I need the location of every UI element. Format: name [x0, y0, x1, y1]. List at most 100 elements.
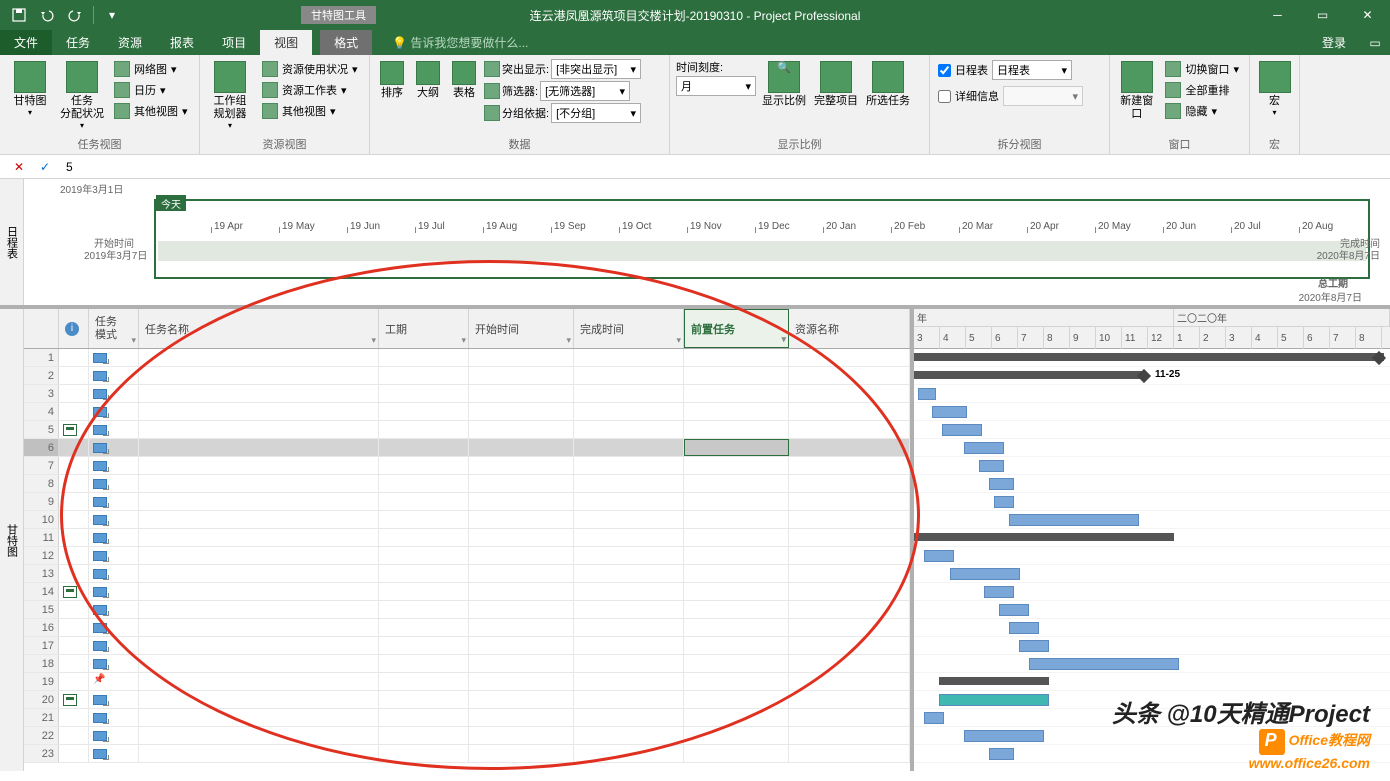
timeline-track[interactable]: 今天 19 Apr19 May19 Jun19 Jul19 Aug19 Sep1…: [154, 199, 1370, 279]
macros-button[interactable]: 宏▾: [1256, 59, 1293, 120]
table-row[interactable]: 10: [24, 511, 910, 529]
table-row[interactable]: 1: [24, 349, 910, 367]
other-views-button[interactable]: 其他视图 ▾: [110, 101, 192, 121]
table-row[interactable]: 7: [24, 457, 910, 475]
calendar-button[interactable]: 日历 ▾: [110, 80, 192, 100]
gantt-bar[interactable]: [989, 748, 1014, 760]
tab-report[interactable]: 报表: [156, 30, 208, 55]
tab-file[interactable]: 文件: [0, 30, 52, 55]
col-finish[interactable]: 完成时间▾: [574, 309, 684, 348]
table-row[interactable]: 5: [24, 421, 910, 439]
filter-combo[interactable]: [无筛选器]▾: [540, 81, 630, 101]
resource-usage-button[interactable]: 资源使用状况 ▾: [258, 59, 362, 79]
timeline-body[interactable]: 2019年3月1日 开始时间 2019年3月7日 今天 19 Apr19 May…: [24, 179, 1390, 305]
entire-project-button[interactable]: 完整项目: [812, 59, 860, 110]
login-button[interactable]: 登录: [1308, 30, 1360, 55]
gantt-bar[interactable]: [994, 496, 1014, 508]
resource-sheet-button[interactable]: 资源工作表 ▾: [258, 80, 362, 100]
close-button[interactable]: ✕: [1345, 0, 1390, 30]
zoom-button[interactable]: 🔍显示比例: [760, 59, 808, 110]
highlight-combo[interactable]: [非突出显示]▾: [551, 59, 641, 79]
gantt-bar[interactable]: [939, 677, 1049, 685]
table-row[interactable]: 18: [24, 655, 910, 673]
table-row[interactable]: 4: [24, 403, 910, 421]
arrange-all-button[interactable]: 全部重排: [1161, 80, 1243, 100]
table-row[interactable]: 17: [24, 637, 910, 655]
entry-input[interactable]: [62, 160, 1380, 174]
gantt-bar[interactable]: [1009, 514, 1139, 526]
hide-button[interactable]: 隐藏 ▾: [1161, 101, 1243, 121]
table-row[interactable]: 20: [24, 691, 910, 709]
gantt-bar[interactable]: [999, 604, 1029, 616]
minimize-button[interactable]: ─: [1255, 0, 1300, 30]
gantt-bar[interactable]: [914, 371, 1144, 379]
table-row[interactable]: 13: [24, 565, 910, 583]
tab-resource[interactable]: 资源: [104, 30, 156, 55]
table-row[interactable]: 16: [24, 619, 910, 637]
timeline-checkbox[interactable]: [938, 64, 951, 77]
gantt-bar[interactable]: [918, 388, 936, 400]
table-row[interactable]: 19: [24, 673, 910, 691]
timescale-combo[interactable]: 月▾: [676, 76, 756, 96]
gantt-bar[interactable]: [964, 730, 1044, 742]
tab-task[interactable]: 任务: [52, 30, 104, 55]
save-button[interactable]: [6, 3, 32, 27]
gantt-bar[interactable]: [964, 442, 1004, 454]
table-row[interactable]: 6: [24, 439, 910, 457]
col-duration[interactable]: 工期▾: [379, 309, 469, 348]
redo-button[interactable]: [62, 3, 88, 27]
maximize-button[interactable]: ▭: [1300, 0, 1345, 30]
table-row[interactable]: 14: [24, 583, 910, 601]
selected-tasks-button[interactable]: 所选任务: [864, 59, 912, 110]
network-diagram-button[interactable]: 网络图 ▾: [110, 59, 192, 79]
accept-entry-button[interactable]: ✓: [36, 158, 54, 176]
outline-button[interactable]: 大纲: [412, 59, 444, 102]
table-row[interactable]: 3: [24, 385, 910, 403]
gantt-bar[interactable]: [1019, 640, 1049, 652]
tab-project[interactable]: 项目: [208, 30, 260, 55]
table-row[interactable]: 11: [24, 529, 910, 547]
table-row[interactable]: 21: [24, 709, 910, 727]
gantt-bar[interactable]: [979, 460, 1004, 472]
qat-customize[interactable]: ▾: [99, 3, 125, 27]
table-row[interactable]: 23: [24, 745, 910, 763]
gantt-bar[interactable]: [924, 550, 954, 562]
cancel-entry-button[interactable]: ✕: [10, 158, 28, 176]
col-indicator[interactable]: i: [59, 309, 89, 348]
tab-view[interactable]: 视图: [260, 30, 312, 55]
gantt-bar[interactable]: [914, 533, 1174, 541]
table-row[interactable]: 2: [24, 367, 910, 385]
gantt-bar[interactable]: [932, 406, 967, 418]
tables-button[interactable]: 表格: [448, 59, 480, 102]
gantt-bar[interactable]: [939, 694, 1049, 706]
col-rownum[interactable]: [24, 309, 59, 348]
new-window-button[interactable]: 新建窗口: [1116, 59, 1157, 123]
gantt-bar[interactable]: [942, 424, 982, 436]
group-combo[interactable]: [不分组]▾: [551, 103, 641, 123]
table-body[interactable]: 1234567891011121314151617181920212223: [24, 349, 910, 763]
team-planner-button[interactable]: 工作组 规划器▾: [206, 59, 254, 133]
task-usage-button[interactable]: 任务 分配状况▾: [58, 59, 106, 133]
table-row[interactable]: 8: [24, 475, 910, 493]
gantt-bar[interactable]: [914, 353, 1384, 361]
table-row[interactable]: 15: [24, 601, 910, 619]
gantt-bar[interactable]: [950, 568, 1020, 580]
switch-window-button[interactable]: 切换窗口 ▾: [1161, 59, 1243, 79]
gantt-bar[interactable]: [984, 586, 1014, 598]
gantt-chart-button[interactable]: 甘特图▾: [6, 59, 54, 120]
details-checkbox[interactable]: [938, 90, 951, 103]
gantt-bar[interactable]: [1009, 622, 1039, 634]
gantt-bar[interactable]: [989, 478, 1014, 490]
col-mode[interactable]: 任务 模式▾: [89, 309, 139, 348]
col-predecessors[interactable]: 前置任务▾: [684, 309, 789, 348]
ribbon-display-options[interactable]: ▭: [1360, 30, 1390, 55]
resource-other-button[interactable]: 其他视图 ▾: [258, 101, 362, 121]
table-row[interactable]: 9: [24, 493, 910, 511]
col-start[interactable]: 开始时间▾: [469, 309, 574, 348]
table-row[interactable]: 12: [24, 547, 910, 565]
undo-button[interactable]: [34, 3, 60, 27]
gantt-bar[interactable]: [924, 712, 944, 724]
sort-button[interactable]: 排序: [376, 59, 408, 102]
tell-me-search[interactable]: 💡 告诉我您想要做什么...: [392, 30, 528, 55]
gantt-bar[interactable]: [1029, 658, 1179, 670]
